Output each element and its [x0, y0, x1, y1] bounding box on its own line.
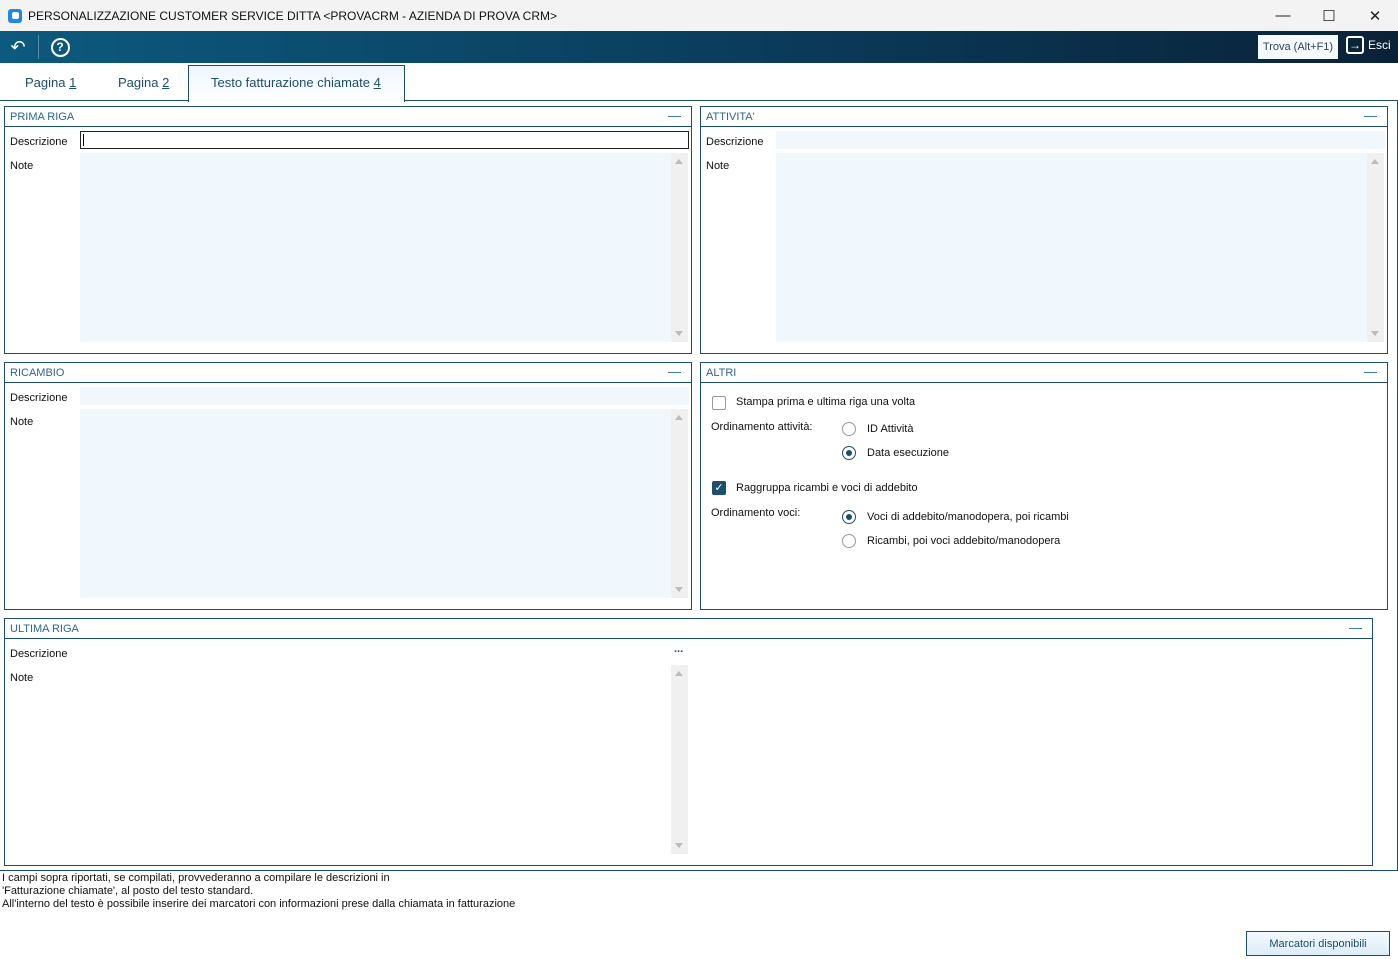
note-label: Note	[10, 672, 34, 684]
collapse-icon[interactable]: —	[1364, 364, 1377, 379]
tab-label: Pagina	[25, 75, 70, 90]
search-button[interactable]: Trova (Alt+F1)	[1258, 35, 1338, 59]
panel-title: ATTIVITA'	[701, 107, 1387, 127]
radio-data-esecuzione[interactable]	[842, 446, 856, 460]
footer-line: All'interno del testo è possibile inseri…	[2, 898, 516, 910]
descrizione-label: Descrizione	[706, 136, 764, 148]
help-icon: ?	[50, 37, 70, 57]
tab-testo-fatturazione[interactable]: Testo fatturazione chiamate 4	[188, 65, 405, 102]
radio-label: Ricambi, poi voci addebito/manodopera	[867, 535, 1061, 547]
note-label: Note	[706, 160, 730, 172]
toolbar: ↶ ?	[0, 31, 1398, 63]
panel-title: RICAMBIO	[5, 363, 691, 383]
radio-label: ID Attività	[867, 423, 914, 435]
panel-ultima-riga: ULTIMA RIGA — Descrizione ... Note	[4, 618, 1373, 866]
footer-info: I campi sopra riportati, se compilati, p…	[2, 872, 515, 911]
note-textarea[interactable]	[80, 665, 671, 854]
help-button[interactable]: ?	[48, 36, 72, 58]
descrizione-label: Descrizione	[10, 392, 68, 404]
tab-key: 1	[69, 75, 77, 90]
panel-attivita: ATTIVITA' — Descrizione Note	[700, 106, 1388, 354]
tab-bar: Pagina 1 Pagina 2 Testo fatturazione chi…	[0, 63, 1398, 102]
descrizione-input[interactable]	[776, 131, 1385, 149]
radio-voci-addebito-first[interactable]	[842, 510, 856, 524]
collapse-icon[interactable]: —	[1364, 108, 1377, 123]
footer-line: 'Fatturazione chiamate', al posto del te…	[2, 885, 254, 897]
radio-ricambi-first[interactable]	[842, 534, 856, 548]
exit-icon: →	[1346, 36, 1364, 54]
descrizione-label: Descrizione	[10, 136, 68, 148]
raggruppa-label: Raggruppa ricambi e voci di addebito	[736, 482, 918, 494]
undo-icon[interactable]: ↶	[6, 36, 30, 58]
panel-title: ULTIMA RIGA	[5, 619, 1372, 639]
radio-label: Data esecuzione	[867, 447, 949, 459]
note-scrollbar[interactable]	[1367, 153, 1384, 342]
panel-prima-riga: PRIMA RIGA — Descrizione Note	[4, 106, 692, 354]
tab-label: Pagina	[118, 75, 163, 90]
ord-attivita-label: Ordinamento attività:	[711, 421, 813, 433]
app-icon	[8, 8, 22, 23]
close-button[interactable]: ✕	[1352, 0, 1398, 31]
note-label: Note	[10, 416, 34, 428]
minimize-button[interactable]: —	[1260, 0, 1306, 31]
note-scrollbar[interactable]	[671, 665, 688, 854]
collapse-icon[interactable]: —	[1349, 620, 1362, 635]
collapse-icon[interactable]: —	[668, 364, 681, 379]
collapse-icon[interactable]: —	[668, 108, 681, 123]
tab-pagina-1[interactable]: Pagina 1	[25, 75, 76, 90]
exit-label: Esci	[1368, 38, 1391, 52]
descrizione-input[interactable]	[80, 387, 689, 405]
panel-ricambio: RICAMBIO — Descrizione Note	[4, 362, 692, 610]
note-scrollbar[interactable]	[671, 153, 688, 342]
descrizione-input[interactable]	[80, 131, 689, 149]
ord-voci-label: Ordinamento voci:	[711, 507, 801, 519]
note-label: Note	[10, 160, 34, 172]
tab-key: 2	[162, 75, 170, 90]
exit-button[interactable]: → Esci	[1346, 36, 1391, 54]
tab-label: Testo fatturazione chiamate	[211, 75, 374, 90]
note-textarea[interactable]	[80, 409, 671, 598]
note-scrollbar[interactable]	[671, 409, 688, 598]
descrizione-label: Descrizione	[10, 648, 68, 660]
panel-altri: ALTRI — Stampa prima e ultima riga una v…	[700, 362, 1388, 610]
maximize-button[interactable]: ☐	[1306, 0, 1352, 31]
title-bar: PERSONALIZZAZIONE CUSTOMER SERVICE DITTA…	[0, 0, 1398, 31]
stampa-label: Stampa prima e ultima riga una volta	[736, 396, 916, 408]
footer-line: I campi sopra riportati, se compilati, p…	[2, 872, 390, 884]
panel-title: PRIMA RIGA	[5, 107, 691, 127]
stampa-checkbox[interactable]	[712, 396, 726, 410]
toolbar-divider	[38, 35, 39, 59]
raggruppa-checkbox[interactable]: ✓	[712, 481, 726, 495]
panel-title: ALTRI	[701, 363, 1387, 383]
ellipsis-button[interactable]: ...	[674, 643, 683, 655]
marcatori-disponibili-button[interactable]: Marcatori disponibili	[1246, 931, 1390, 956]
tab-key: 4	[373, 75, 381, 90]
tab-pagina-2[interactable]: Pagina 2	[118, 75, 169, 90]
note-textarea[interactable]	[80, 153, 671, 342]
window-title: PERSONALIZZAZIONE CUSTOMER SERVICE DITTA…	[28, 8, 557, 23]
radio-label: Voci di addebito/manodopera, poi ricambi	[867, 511, 1069, 523]
note-textarea[interactable]	[776, 153, 1367, 342]
radio-id-attivita[interactable]	[842, 422, 856, 436]
